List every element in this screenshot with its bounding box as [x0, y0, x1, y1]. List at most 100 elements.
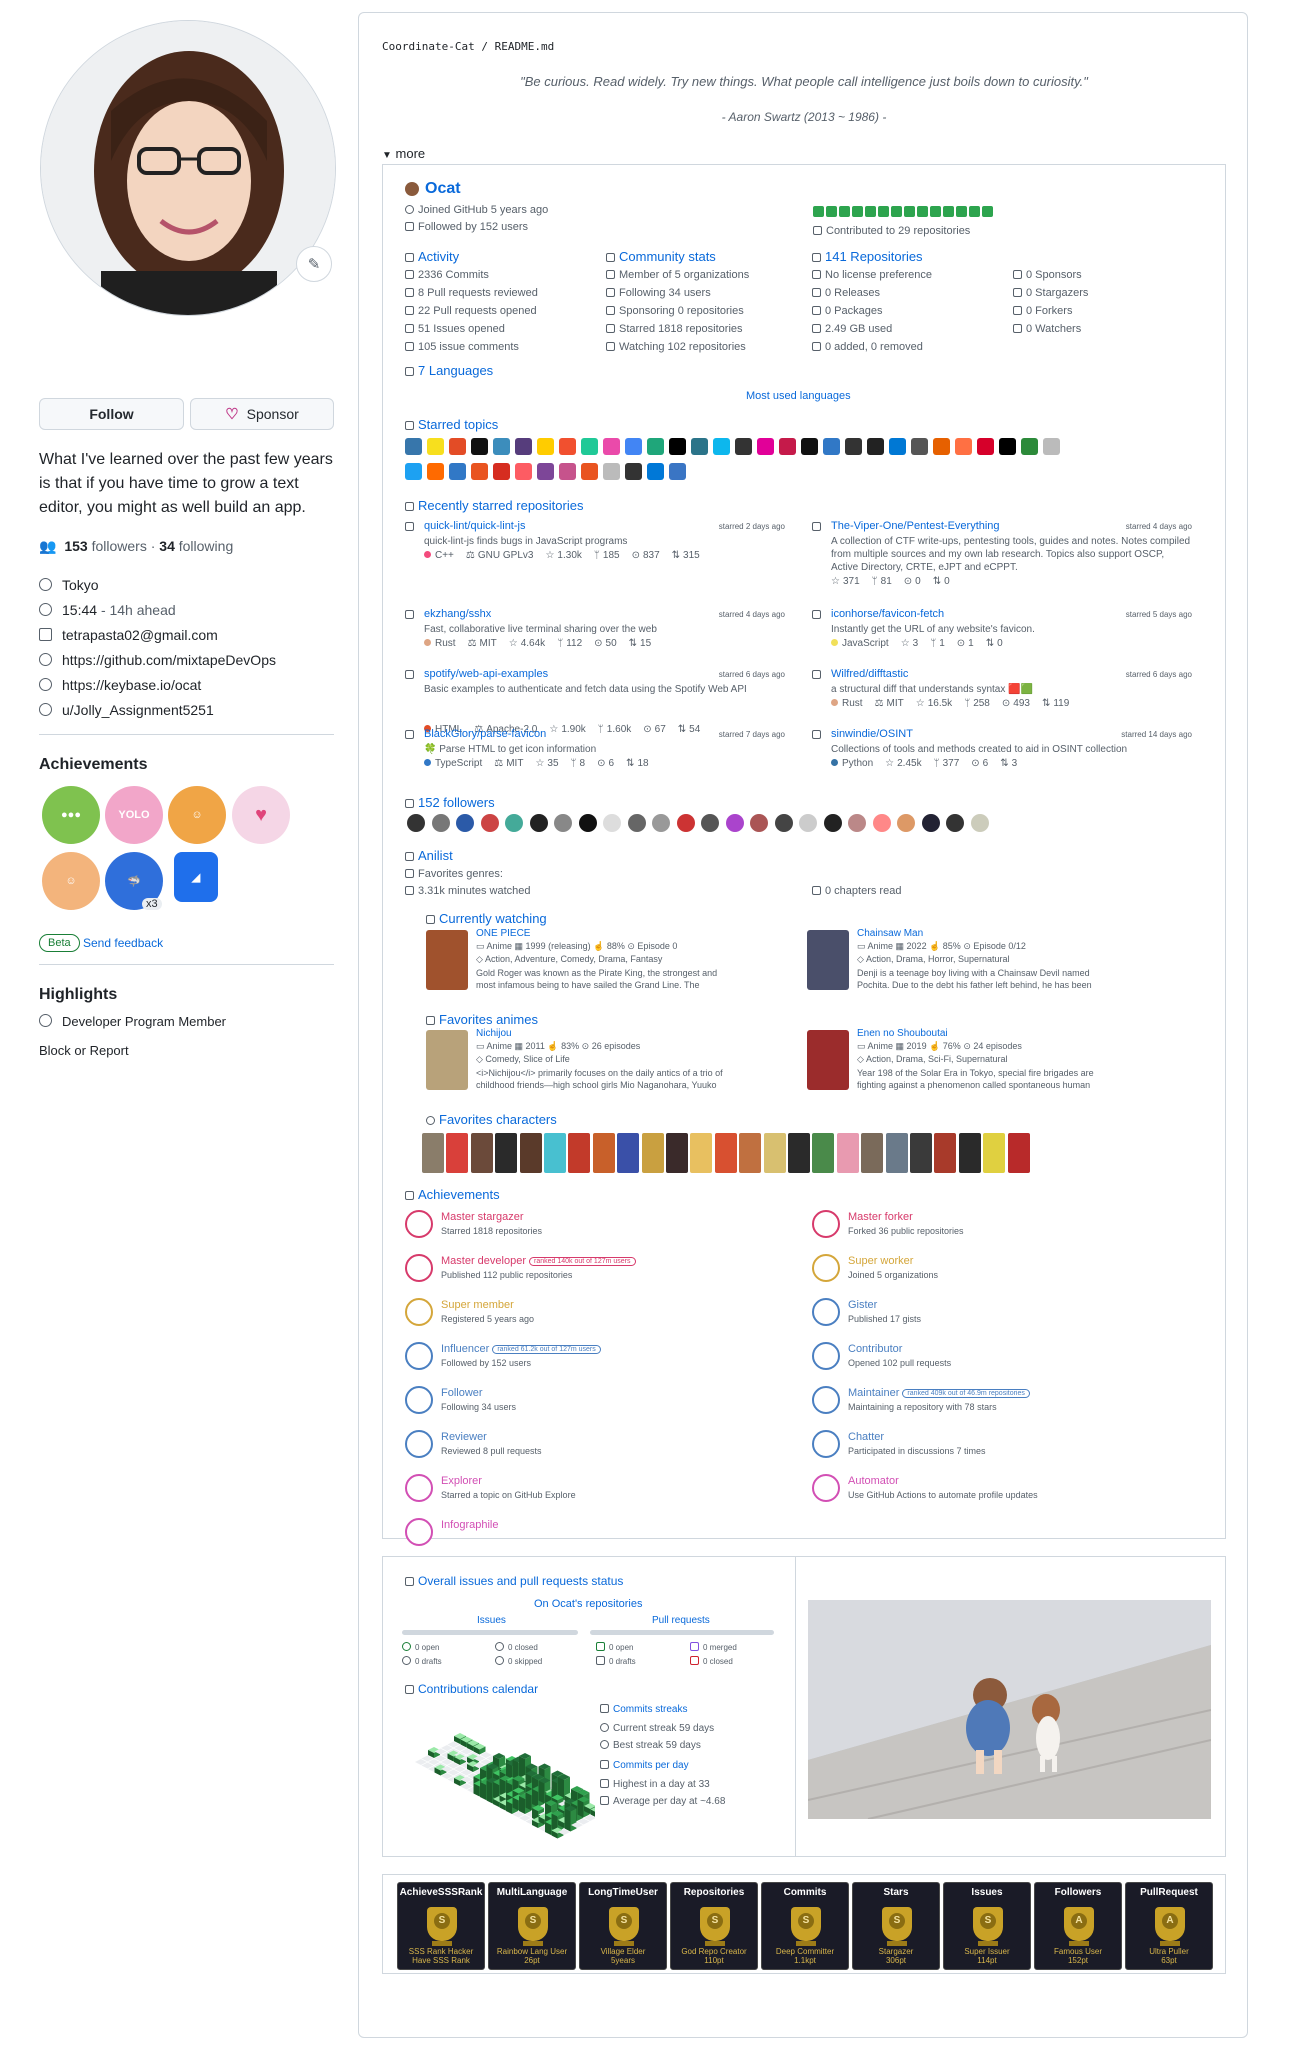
- topic-icon[interactable]: [845, 438, 862, 455]
- anime-title[interactable]: Enen no Shouboutai: [857, 1028, 948, 1039]
- link-row-1[interactable]: https://github.com/mixtapeDevOps: [39, 650, 276, 670]
- follow-button[interactable]: Follow: [39, 398, 184, 430]
- achievement-pea-icon[interactable]: ●●●: [42, 786, 100, 844]
- character-image[interactable]: [836, 1133, 859, 1173]
- profile-avatar[interactable]: [40, 20, 336, 316]
- topic-icon[interactable]: [867, 438, 884, 455]
- starred-repo-name[interactable]: ekzhang/sshx: [424, 608, 491, 620]
- topic-icon[interactable]: [647, 438, 664, 455]
- breadcrumb-user[interactable]: Coordinate-Cat: [382, 40, 475, 53]
- topic-icon[interactable]: [669, 463, 686, 480]
- follower-avatar[interactable]: [407, 814, 425, 832]
- topic-icon[interactable]: [537, 438, 554, 455]
- character-image[interactable]: [885, 1133, 908, 1173]
- trophy-card[interactable]: MultiLanguage S Rainbow Lang User 26pt: [488, 1882, 576, 1970]
- topic-icon[interactable]: [515, 438, 532, 455]
- character-image[interactable]: [446, 1133, 469, 1173]
- follower-avatar[interactable]: [701, 814, 719, 832]
- character-image[interactable]: [934, 1133, 957, 1173]
- follower-avatar[interactable]: [921, 814, 940, 832]
- character-image[interactable]: [641, 1133, 664, 1173]
- topic-icon[interactable]: [515, 463, 532, 480]
- character-image[interactable]: [763, 1133, 786, 1173]
- follower-avatar[interactable]: [627, 814, 646, 832]
- topic-icon[interactable]: [647, 463, 664, 480]
- follower-avatar[interactable]: [578, 814, 597, 832]
- email-link[interactable]: tetrapasta02@gmail.com: [62, 627, 218, 643]
- topic-icon[interactable]: [691, 438, 708, 455]
- follower-avatar[interactable]: [652, 814, 670, 832]
- follower-avatar[interactable]: [774, 814, 793, 832]
- character-image[interactable]: [690, 1133, 713, 1173]
- character-image[interactable]: [422, 1133, 444, 1173]
- starred-repo-name[interactable]: spotify/web-api-examples: [424, 668, 548, 680]
- follower-avatar[interactable]: [603, 814, 621, 832]
- trophy-card[interactable]: AchieveSSSRank S SSS Rank Hacker Have SSS R…: [397, 1882, 485, 1970]
- character-image[interactable]: [1007, 1133, 1030, 1173]
- followers-word[interactable]: followers: [92, 538, 147, 554]
- anime-title[interactable]: Nichijou: [476, 1028, 512, 1039]
- achievements-heading[interactable]: Achievements: [39, 756, 148, 774]
- character-image[interactable]: [568, 1133, 591, 1173]
- achievement-heart-icon[interactable]: ♥: [232, 786, 290, 844]
- topic-icon[interactable]: [405, 438, 422, 455]
- follower-avatar[interactable]: [750, 814, 768, 832]
- topic-icon[interactable]: [669, 438, 686, 455]
- starred-repo-name[interactable]: sinwindie/OSINT: [831, 728, 913, 740]
- block-report-link[interactable]: Block or Report: [39, 1041, 129, 1061]
- achievement-pair-icon[interactable]: ☺: [42, 852, 100, 910]
- follower-avatar[interactable]: [848, 814, 866, 832]
- follower-avatar[interactable]: [554, 814, 572, 832]
- character-image[interactable]: [983, 1133, 1006, 1173]
- sponsor-button[interactable]: ♡ Sponsor: [190, 398, 334, 430]
- trophy-card[interactable]: Followers A Famous User 152pt: [1034, 1882, 1122, 1970]
- anime-cover-image[interactable]: [426, 1030, 468, 1090]
- topic-icon[interactable]: [889, 438, 906, 455]
- trophy-card[interactable]: LongTimeUser S Village Elder 5years: [579, 1882, 667, 1970]
- anime-cover-image[interactable]: [807, 930, 849, 990]
- reddit-link[interactable]: u/Jolly_Assignment5251: [62, 702, 214, 718]
- follower-avatar[interactable]: [505, 814, 523, 832]
- follower-avatar[interactable]: [725, 814, 744, 832]
- topic-icon[interactable]: [405, 463, 422, 480]
- topic-icon[interactable]: [603, 438, 620, 455]
- follower-avatar[interactable]: [946, 814, 964, 832]
- starred-repo-name[interactable]: The-Viper-One/Pentest-Everything: [831, 520, 1000, 532]
- topic-icon[interactable]: [603, 463, 620, 480]
- character-image[interactable]: [714, 1133, 737, 1173]
- character-image[interactable]: [812, 1133, 835, 1173]
- topic-icon[interactable]: [581, 463, 598, 480]
- topic-icon[interactable]: [559, 438, 576, 455]
- anime-cover-image[interactable]: [807, 1030, 849, 1090]
- starred-repo-name[interactable]: Wilfred/difftastic: [831, 668, 908, 680]
- character-image[interactable]: [544, 1133, 566, 1173]
- starred-repo-name[interactable]: BlackGlory/parse-favicon: [424, 728, 546, 740]
- follower-avatar[interactable]: [431, 814, 450, 832]
- topic-icon[interactable]: [427, 438, 444, 455]
- character-image[interactable]: [495, 1133, 518, 1173]
- follower-avatar[interactable]: [799, 814, 817, 832]
- follower-avatar[interactable]: [872, 814, 891, 832]
- more-toggle[interactable]: ▼ more: [382, 146, 425, 161]
- metrics-username[interactable]: Ocat: [425, 180, 461, 198]
- anime-title[interactable]: Chainsaw Man: [857, 928, 923, 939]
- topic-icon[interactable]: [581, 438, 598, 455]
- topic-icon[interactable]: [713, 438, 730, 455]
- follower-avatar[interactable]: [676, 814, 695, 832]
- topic-icon[interactable]: [449, 438, 466, 455]
- topic-icon[interactable]: [801, 438, 818, 455]
- topic-icon[interactable]: [779, 438, 796, 455]
- follower-avatar[interactable]: [480, 814, 499, 832]
- topic-icon[interactable]: [625, 463, 642, 480]
- starred-repo-name[interactable]: quick-lint/quick-lint-js: [424, 520, 525, 532]
- breadcrumb-file[interactable]: README.md: [495, 40, 555, 53]
- follower-avatar[interactable]: [970, 814, 989, 832]
- topic-icon[interactable]: [999, 438, 1016, 455]
- character-image[interactable]: [519, 1133, 542, 1173]
- topic-icon[interactable]: [933, 438, 950, 455]
- topic-icon[interactable]: [735, 438, 752, 455]
- topic-icon[interactable]: [625, 438, 642, 455]
- send-feedback-link[interactable]: Send feedback: [83, 936, 163, 950]
- anime-cover-image[interactable]: [426, 930, 468, 990]
- edit-status-icon[interactable]: ✎: [296, 246, 332, 282]
